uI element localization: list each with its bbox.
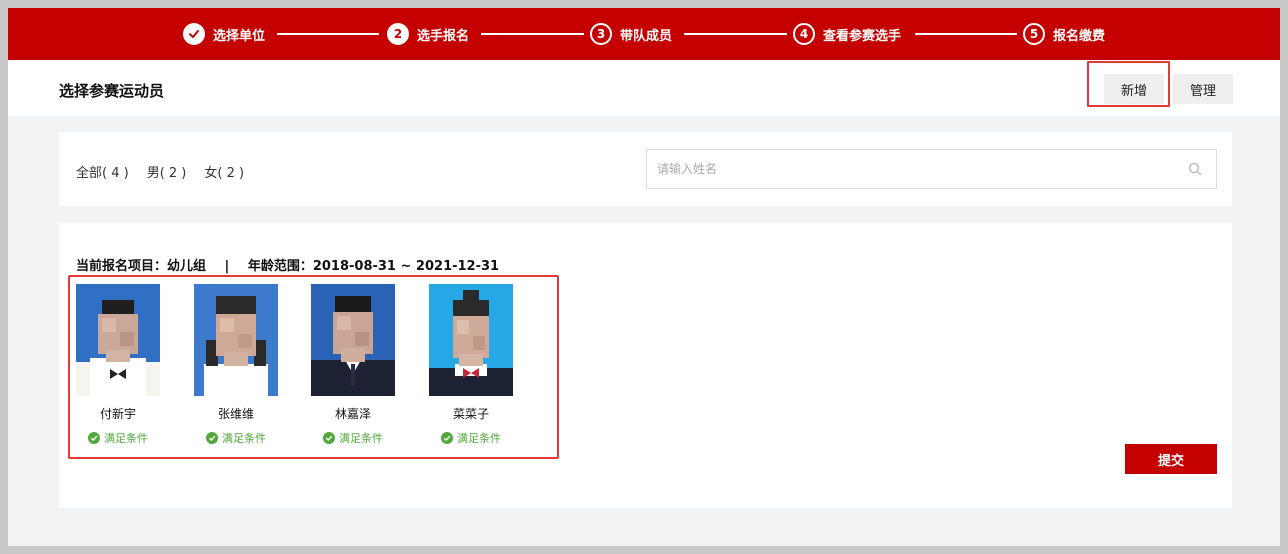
search-box xyxy=(646,149,1217,189)
status-text: 满足条件 xyxy=(457,432,501,445)
step-5: 5 报名缴费 xyxy=(1023,22,1105,46)
status-text: 满足条件 xyxy=(104,432,148,445)
step-connector xyxy=(684,33,787,35)
status-text: 满足条件 xyxy=(222,432,266,445)
submit-button[interactable]: 提交 xyxy=(1125,444,1217,474)
step-2: 2 选手报名 xyxy=(387,22,469,46)
athlete-status: 满足条件 xyxy=(429,430,513,446)
step-4-number: 4 xyxy=(793,23,815,45)
filter-bar: 全部( 4 ) 男( 2 ) 女( 2 ) xyxy=(59,132,1232,206)
step-1: 选择单位 xyxy=(183,22,265,46)
project-label: 当前报名项目：幼儿组 xyxy=(76,259,207,274)
athlete-selection-card: 当前报名项目：幼儿组 | 年龄范围：2018-08-31 ~ 2021-12-3… xyxy=(59,223,1232,508)
athlete-status: 满足条件 xyxy=(194,430,278,446)
athlete-photo xyxy=(311,284,395,396)
page-header: 选择参赛运动员 新增 管理 xyxy=(8,60,1280,116)
check-circle-icon xyxy=(206,432,218,444)
gender-filter-tabs: 全部( 4 ) 男( 2 ) 女( 2 ) xyxy=(76,162,244,181)
athlete-status: 满足条件 xyxy=(76,430,160,446)
step-connector xyxy=(915,33,1017,35)
step-4: 4 查看参赛选手 xyxy=(793,22,901,46)
check-circle-icon xyxy=(88,432,100,444)
athlete-photo xyxy=(76,284,160,396)
athlete-photo xyxy=(429,284,513,396)
athlete-card[interactable]: 林嘉泽 满足条件 xyxy=(311,284,395,446)
step-3: 3 带队成员 xyxy=(590,22,672,46)
step-3-number: 3 xyxy=(590,23,612,45)
athlete-name: 张维维 xyxy=(217,407,254,421)
athlete-photo xyxy=(194,284,278,396)
step-2-number: 2 xyxy=(387,23,409,45)
separator: | xyxy=(224,259,230,274)
filter-tab-male[interactable]: 男( 2 ) xyxy=(147,162,187,181)
step-progress-bar: 选择单位 2 选手报名 3 带队成员 4 查看参赛选手 5 报名缴费 xyxy=(8,8,1280,60)
step-5-number: 5 xyxy=(1023,23,1045,45)
check-circle-icon xyxy=(441,432,453,444)
step-1-label: 选择单位 xyxy=(213,28,266,44)
step-connector xyxy=(481,33,584,35)
filter-tab-all[interactable]: 全部( 4 ) xyxy=(76,162,129,181)
search-input[interactable] xyxy=(647,150,1177,188)
step-connector xyxy=(277,33,379,35)
step-3-label: 带队成员 xyxy=(620,28,673,44)
athlete-status: 满足条件 xyxy=(311,430,395,446)
athlete-name: 菜菜子 xyxy=(452,407,489,421)
age-range: 年龄范围：2018-08-31 ~ 2021-12-31 xyxy=(247,259,500,274)
athlete-card[interactable]: 张维维 满足条件 xyxy=(194,284,278,446)
step-5-label: 报名缴费 xyxy=(1053,28,1106,44)
manage-button[interactable]: 管理 xyxy=(1173,74,1233,104)
status-text: 满足条件 xyxy=(339,432,383,445)
page-title: 选择参赛运动员 xyxy=(59,82,165,100)
step-2-label: 选手报名 xyxy=(417,28,470,44)
check-circle-icon xyxy=(323,432,335,444)
add-athlete-button[interactable]: 新增 xyxy=(1104,74,1164,104)
athlete-card[interactable]: 付新宇 满足条件 xyxy=(76,284,160,446)
athlete-name: 付新宇 xyxy=(99,407,136,421)
step-4-label: 查看参赛选手 xyxy=(823,28,902,44)
page-frame: 选择单位 2 选手报名 3 带队成员 4 查看参赛选手 5 报名缴费 选择参赛运… xyxy=(8,8,1280,546)
check-icon xyxy=(183,23,205,45)
athlete-name: 林嘉泽 xyxy=(334,407,371,421)
project-info: 当前报名项目：幼儿组 | 年龄范围：2018-08-31 ~ 2021-12-3… xyxy=(76,255,499,274)
athlete-list: 付新宇 满足条件 张维维 满足条件 林嘉泽 满足条件 菜菜子 满足条件 xyxy=(68,275,559,459)
athlete-card[interactable]: 菜菜子 满足条件 xyxy=(429,284,513,446)
filter-tab-female[interactable]: 女( 2 ) xyxy=(204,162,244,181)
search-icon[interactable] xyxy=(1188,162,1202,176)
